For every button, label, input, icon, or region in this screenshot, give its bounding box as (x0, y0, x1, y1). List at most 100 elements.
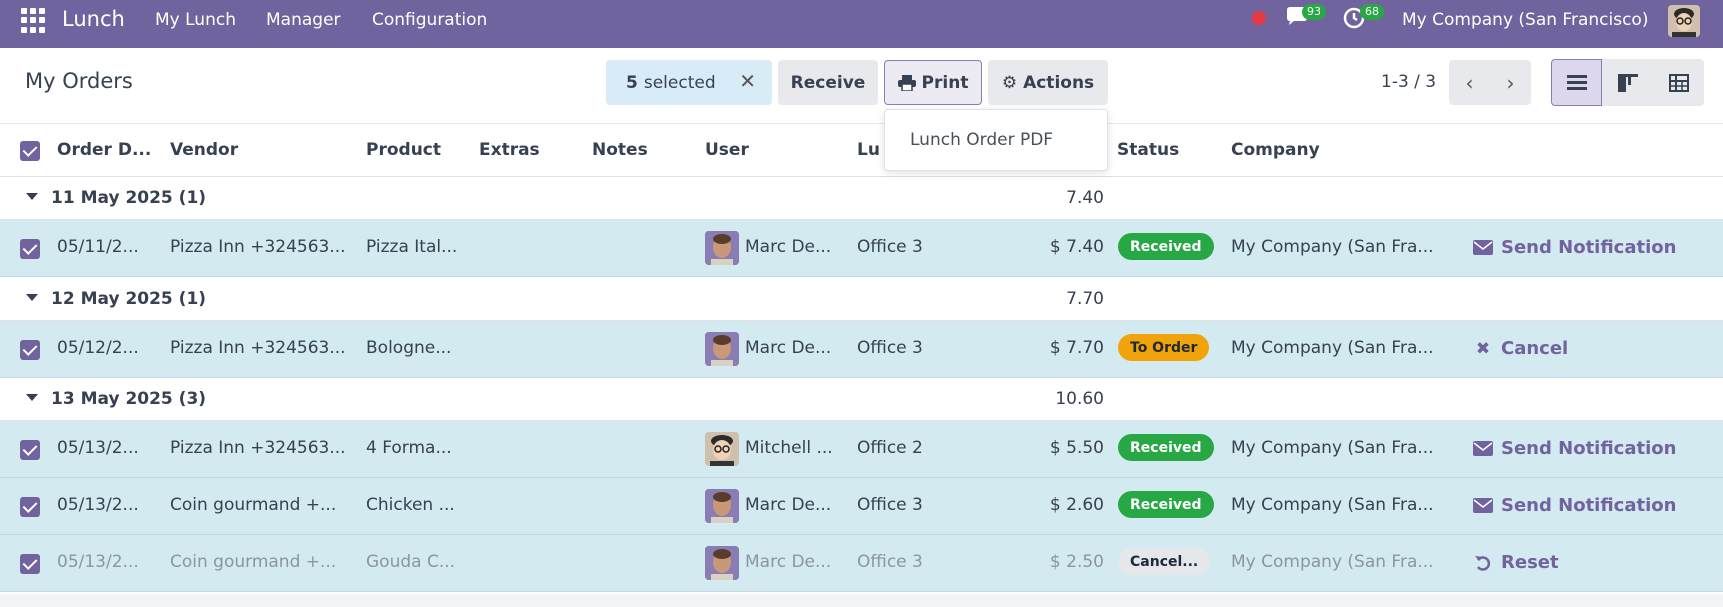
send-notification-button[interactable]: Send Notification (1473, 495, 1676, 516)
cell-vendor: Coin gourmand +... (170, 495, 337, 515)
group-row[interactable]: 12 May 2025 (1) 7.70 (0, 278, 1723, 321)
print-dropdown-menu: Lunch Order PDF (884, 109, 1108, 171)
cell-location: Office 3 (857, 338, 923, 358)
column-extras[interactable]: Extras (479, 140, 540, 160)
column-company[interactable]: Company (1231, 140, 1320, 160)
cell-user: Marc De... (745, 237, 832, 257)
reset-button[interactable]: Reset (1473, 552, 1559, 573)
pager-value[interactable]: 1-3 / 3 (1381, 72, 1436, 92)
pager-previous-chevron-icon[interactable]: ‹ (1449, 60, 1490, 105)
group-total: 7.70 (1066, 289, 1104, 309)
cell-product: Chicken ... (366, 495, 455, 515)
action-label: Send Notification (1501, 237, 1677, 258)
cell-vendor: Pizza Inn +324563... (170, 438, 346, 458)
cell-price: $ 5.50 (1049, 438, 1104, 458)
selection-indicator: 5 selected ✕ (606, 60, 772, 105)
row-checkbox[interactable] (20, 239, 40, 259)
table-row[interactable]: 05/13/2... Coin gourmand +... Chicken ..… (0, 478, 1723, 535)
group-label: 11 May 2025 (1) (51, 188, 207, 208)
bottom-spacer (0, 594, 1723, 607)
cancel-button[interactable]: ✖ Cancel (1473, 338, 1568, 359)
close-icon: ✖ (1475, 338, 1491, 359)
menu-configuration[interactable]: Configuration (372, 10, 487, 30)
table-row[interactable]: 05/11/2... Pizza Inn +324563... Pizza It… (0, 220, 1723, 277)
column-order-date[interactable]: Order D... (57, 140, 152, 160)
select-all-checkbox[interactable] (20, 141, 40, 161)
cell-location: Office 3 (857, 552, 923, 572)
row-checkbox[interactable] (20, 497, 40, 517)
pager-next-chevron-icon[interactable]: › (1490, 60, 1531, 105)
menu-item-lunch-order-pdf[interactable]: Lunch Order PDF (910, 130, 1053, 150)
app-brand[interactable]: Lunch (62, 7, 125, 31)
table-row[interactable]: 05/13/2... Pizza Inn +324563... 4 Forma.… (0, 421, 1723, 478)
cell-vendor: Pizza Inn +324563... (170, 237, 346, 257)
menu-manager[interactable]: Manager (266, 10, 341, 30)
print-button[interactable]: Print (884, 60, 982, 105)
status-badge: To Order (1118, 334, 1210, 361)
send-notification-button[interactable]: Send Notification (1473, 438, 1676, 459)
kanban-view-icon[interactable] (1602, 59, 1653, 106)
caret-down-icon (26, 294, 38, 301)
activity-count-badge: 68 (1360, 4, 1384, 20)
apps-grid-icon[interactable] (21, 8, 46, 33)
group-total: 10.60 (1055, 389, 1104, 409)
cell-vendor: Coin gourmand +... (170, 552, 337, 572)
page-title: My Orders (25, 69, 133, 93)
cell-date: 05/13/2... (57, 552, 139, 572)
envelope-icon (1473, 497, 1493, 515)
action-label: Send Notification (1501, 495, 1677, 516)
undo-icon (1473, 554, 1493, 572)
list-view-icon[interactable] (1551, 59, 1602, 106)
status-badge: Received (1118, 491, 1214, 518)
table-row[interactable]: 05/13/2... Coin gourmand +... Gouda C...… (0, 535, 1723, 592)
menu-my-lunch[interactable]: My Lunch (155, 10, 236, 30)
cell-company: My Company (San Fra... (1231, 338, 1434, 358)
action-label: Reset (1501, 552, 1559, 573)
receive-button[interactable]: Receive (778, 60, 878, 105)
send-notification-button[interactable]: Send Notification (1473, 237, 1676, 258)
cell-vendor: Pizza Inn +324563... (170, 338, 346, 358)
table-row[interactable]: 05/12/2... Pizza Inn +324563... Bologne.… (0, 321, 1723, 378)
cell-user: Mitchell ... (745, 438, 833, 458)
user-avatar (705, 546, 739, 580)
cell-user: Marc De... (745, 338, 832, 358)
actions-button[interactable]: ⚙ Actions (988, 60, 1108, 105)
cell-location: Office 2 (857, 438, 923, 458)
cell-date: 05/13/2... (57, 438, 139, 458)
cell-product: Pizza Ital... (366, 237, 458, 257)
action-label: Send Notification (1501, 438, 1677, 459)
status-badge: Received (1118, 233, 1214, 260)
printer-icon (897, 74, 916, 91)
column-notes[interactable]: Notes (592, 140, 648, 160)
row-checkbox[interactable] (20, 554, 40, 574)
cell-price: $ 2.50 (1049, 552, 1104, 572)
cell-product: 4 Forma... (366, 438, 452, 458)
cell-company: My Company (San Fra... (1231, 552, 1434, 572)
clear-selection-close-icon[interactable]: ✕ (739, 69, 756, 93)
recording-indicator-icon[interactable] (1252, 11, 1266, 25)
action-label: Cancel (1501, 338, 1569, 359)
row-checkbox[interactable] (20, 340, 40, 360)
user-avatar (705, 432, 739, 466)
cell-product: Gouda C... (366, 552, 456, 572)
cell-price: $ 7.70 (1049, 338, 1104, 358)
column-vendor[interactable]: Vendor (170, 140, 238, 160)
caret-down-icon (26, 193, 38, 200)
selected-count: 5 (626, 72, 638, 93)
company-switcher[interactable]: My Company (San Francisco) (1402, 10, 1648, 30)
column-product[interactable]: Product (366, 140, 441, 160)
group-row[interactable]: 13 May 2025 (3) 10.60 (0, 378, 1723, 421)
column-status[interactable]: Status (1117, 140, 1179, 160)
column-lunch-location[interactable]: Lu (857, 140, 880, 160)
selected-label: selected (643, 72, 716, 93)
group-label: 13 May 2025 (3) (51, 389, 207, 409)
group-row[interactable]: 11 May 2025 (1) 7.40 (0, 177, 1723, 220)
user-avatar[interactable] (1668, 5, 1700, 37)
envelope-icon (1473, 440, 1493, 458)
pivot-view-icon[interactable] (1653, 59, 1704, 106)
column-user[interactable]: User (705, 140, 749, 160)
cell-date: 05/11/2... (57, 237, 139, 257)
envelope-icon (1473, 239, 1493, 257)
cell-product: Bologne... (366, 338, 452, 358)
row-checkbox[interactable] (20, 440, 40, 460)
